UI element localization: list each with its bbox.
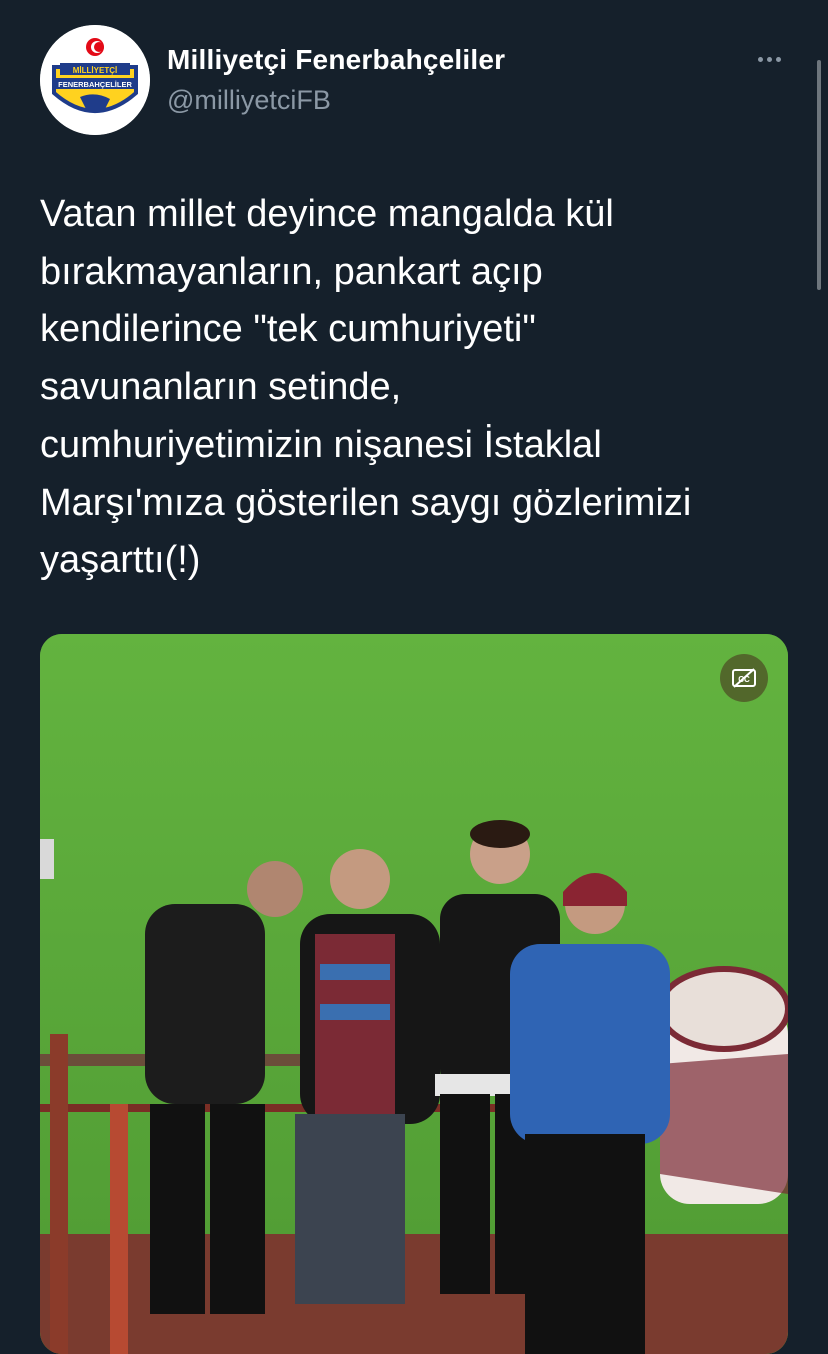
captions-off-icon: CC: [732, 668, 756, 688]
user-handle[interactable]: @milliyetciFB: [167, 85, 331, 116]
video-frame: [40, 634, 788, 1354]
scrollbar[interactable]: [817, 60, 821, 290]
avatar[interactable]: MİLLİYETÇİ FENERBAHÇELİLER: [40, 25, 150, 135]
avatar-text-top: MİLLİYETÇİ: [73, 66, 117, 75]
tweet-text: Vatan millet deyince mangalda kül bırakm…: [40, 193, 692, 582]
display-name[interactable]: Milliyetçi Fenerbahçeliler: [167, 44, 505, 76]
more-options-button[interactable]: [748, 44, 790, 74]
captions-toggle-button[interactable]: CC: [720, 654, 768, 702]
more-horizontal-icon: [757, 56, 763, 62]
tweet-video[interactable]: CC: [40, 634, 788, 1354]
avatar-text-band: FENERBAHÇELİLER: [58, 80, 132, 89]
avatar-logo: MİLLİYETÇİ FENERBAHÇELİLER: [40, 25, 150, 135]
